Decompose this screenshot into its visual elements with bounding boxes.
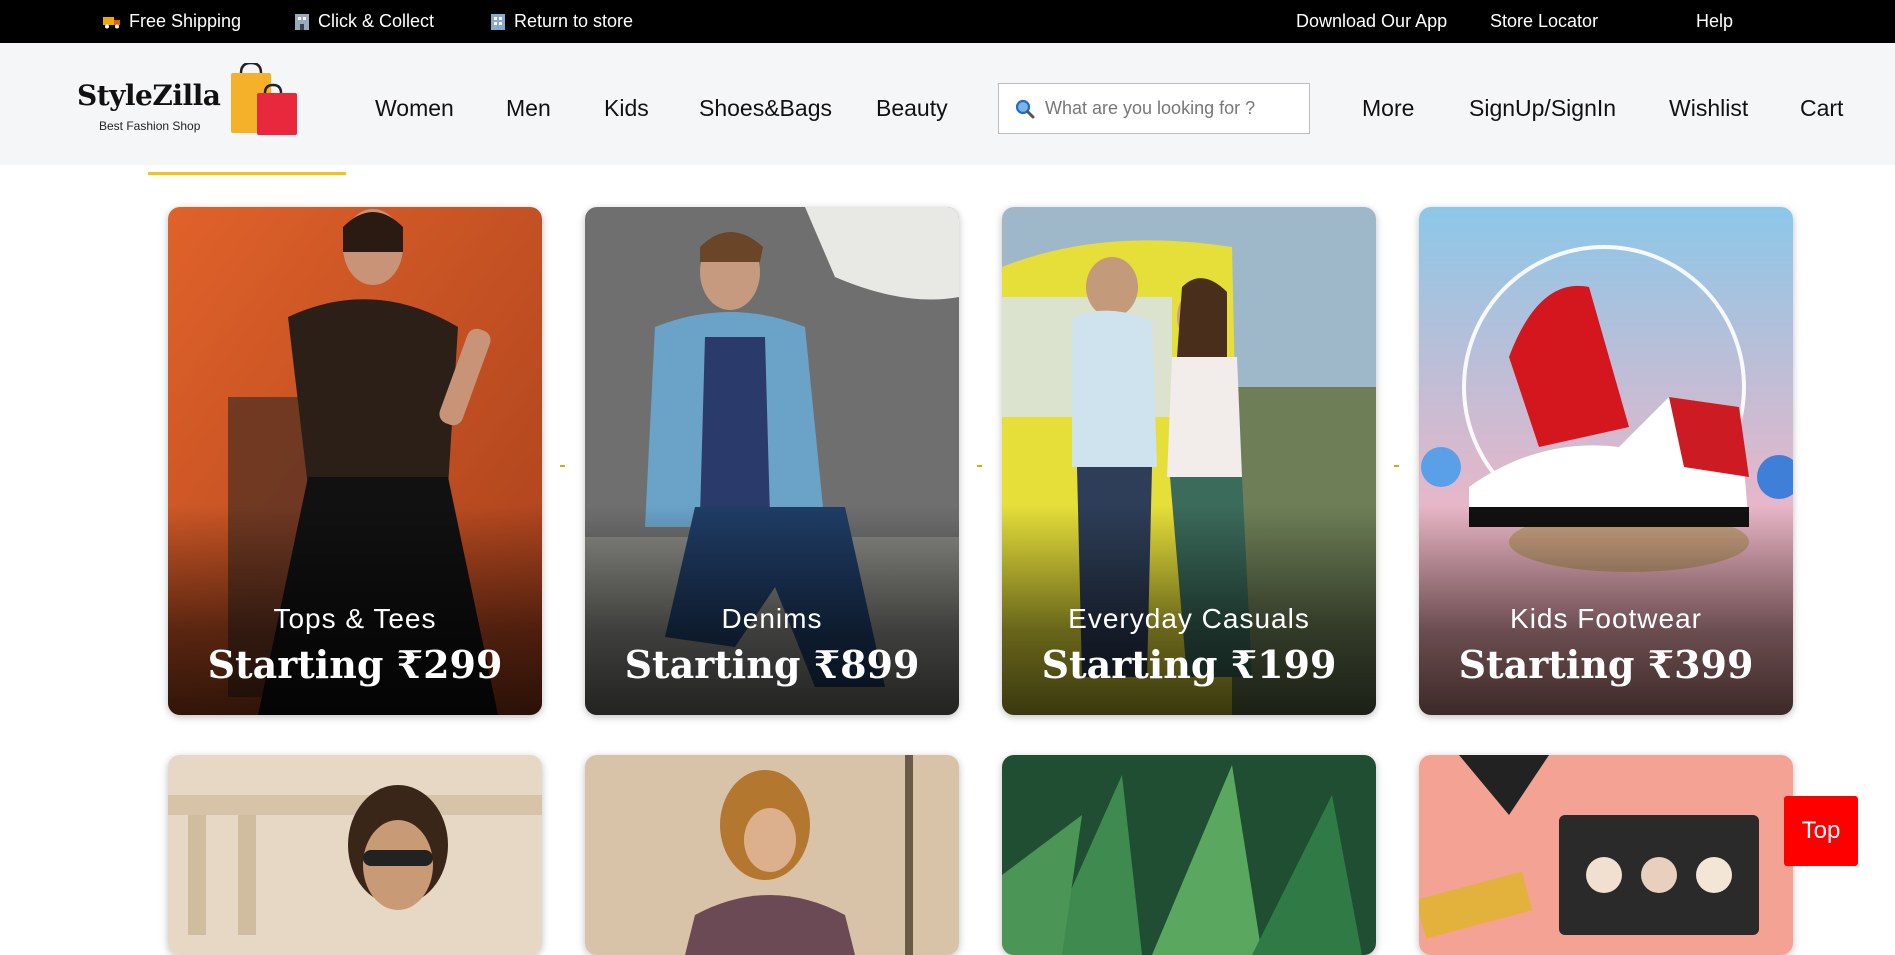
download-app-label: Download Our App: [1296, 11, 1448, 31]
nav-more[interactable]: More: [1362, 95, 1414, 122]
free-shipping-label: Free Shipping: [129, 11, 242, 31]
search-input[interactable]: [1045, 98, 1295, 119]
return-store-label: Return to store: [514, 11, 634, 31]
free-shipping-link[interactable]: Free Shipping: [103, 11, 241, 32]
card-price: Starting ₹199: [1041, 642, 1337, 687]
nav-kids[interactable]: Kids: [604, 95, 649, 122]
return-store-link[interactable]: Return to store: [490, 11, 633, 32]
row2-photo-4: [1419, 755, 1793, 955]
divider-dot: [977, 465, 982, 467]
download-app-link[interactable]: Download Our App: [1296, 11, 1447, 32]
product-card-everyday-casuals[interactable]: Everyday Casuals Starting ₹199: [1002, 207, 1376, 715]
card-price: Starting ₹299: [207, 642, 503, 687]
product-card-denims[interactable]: Denims Starting ₹899: [585, 207, 959, 715]
card-category: Tops & Tees: [273, 603, 437, 634]
help-link[interactable]: Help: [1696, 11, 1733, 32]
nav-women[interactable]: Women: [375, 95, 454, 122]
product-card-row2-4[interactable]: [1419, 755, 1793, 955]
nav-men[interactable]: Men: [506, 95, 551, 122]
divider-dot: [1394, 465, 1399, 467]
product-card-tops-tees[interactable]: Tops & Tees Starting ₹299: [168, 207, 542, 715]
row2-photo-3: [1002, 755, 1376, 955]
product-card-row2-3[interactable]: [1002, 755, 1376, 955]
product-card-row2-2[interactable]: [585, 755, 959, 955]
truck-icon: [103, 15, 121, 29]
product-card-kids-footwear[interactable]: Kids Footwear Starting ₹399: [1419, 207, 1793, 715]
store-locator-link[interactable]: Store Locator: [1490, 11, 1598, 32]
row2-photo-2: [585, 755, 959, 955]
store-icon: [294, 13, 310, 31]
nav-shoes-bags[interactable]: Shoes&Bags: [699, 95, 832, 122]
logo-tagline: Best Fashion Shop: [99, 119, 201, 133]
search-box: [998, 83, 1310, 134]
store-locator-label: Store Locator: [1490, 11, 1599, 31]
card-price: Starting ₹899: [624, 642, 920, 687]
main-header: StyleZilla Best Fashion Shop Women Men K…: [0, 43, 1895, 165]
divider-dot: [560, 465, 565, 467]
logo[interactable]: StyleZilla Best Fashion Shop: [77, 61, 307, 153]
card-category: Kids Footwear: [1510, 603, 1702, 634]
click-collect-link[interactable]: Click & Collect: [294, 11, 434, 32]
search-icon[interactable]: [1015, 99, 1035, 119]
product-card-row2-1[interactable]: [168, 755, 542, 955]
card-price: Starting ₹399: [1458, 642, 1754, 687]
card-category: Denims: [721, 603, 823, 634]
nav-signup-signin[interactable]: SignUp/SignIn: [1469, 95, 1616, 122]
click-collect-label: Click & Collect: [318, 11, 435, 31]
help-label: Help: [1696, 11, 1734, 31]
top-bar: Free Shipping Click & Collect Return to …: [0, 0, 1895, 43]
back-to-top-button[interactable]: Top: [1784, 796, 1858, 866]
building-icon: [490, 13, 506, 31]
nav-beauty[interactable]: Beauty: [876, 95, 948, 122]
card-category: Everyday Casuals: [1068, 603, 1310, 634]
nav-cart[interactable]: Cart: [1800, 95, 1843, 122]
row2-photo-1: [168, 755, 542, 955]
shopping-bags-icon: [227, 61, 299, 142]
logo-name: StyleZilla: [77, 79, 221, 112]
nav-wishlist[interactable]: Wishlist: [1669, 95, 1748, 122]
